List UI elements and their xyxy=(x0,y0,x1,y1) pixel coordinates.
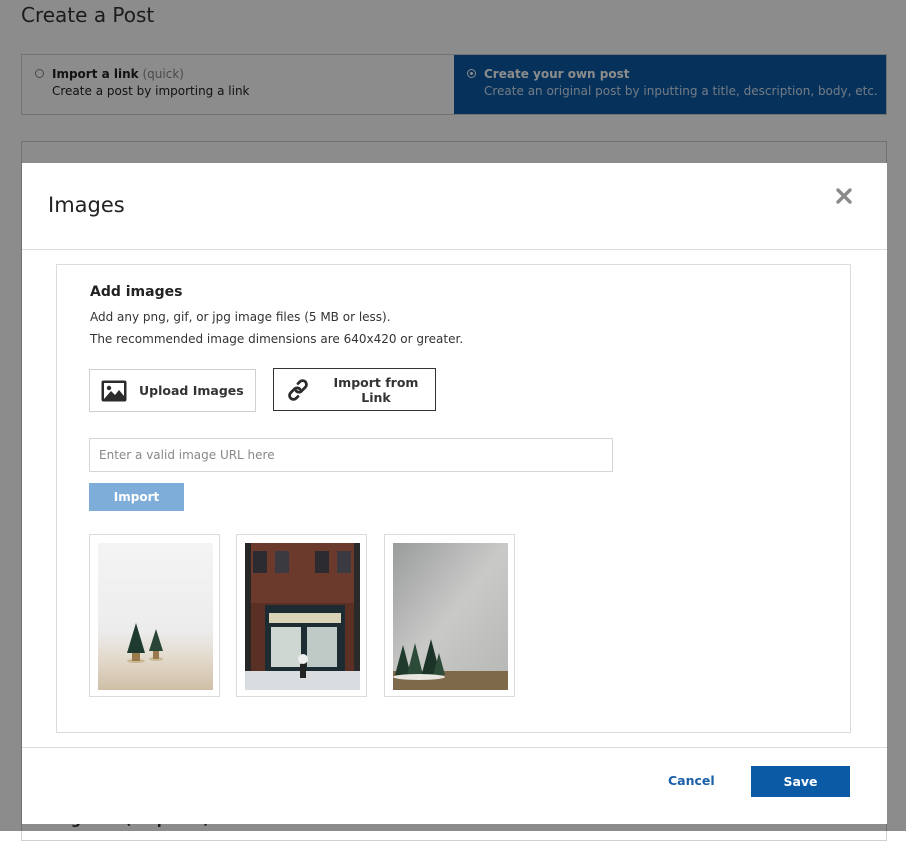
cancel-button[interactable]: Cancel xyxy=(668,773,715,788)
add-images-panel: Add images Add any png, gif, or jpg imag… xyxy=(56,264,851,733)
modal-footer: Cancel Save xyxy=(22,747,887,824)
image-thumbnail[interactable] xyxy=(236,534,367,697)
save-button[interactable]: Save xyxy=(751,766,850,797)
thumbnail-trees-white xyxy=(98,543,213,690)
image-url-input[interactable] xyxy=(89,438,613,472)
modal-header: Images xyxy=(22,163,887,250)
upload-images-label: Upload Images xyxy=(139,383,244,398)
help-text-file-types: Add any png, gif, or jpg image files (5 … xyxy=(90,310,391,324)
close-icon xyxy=(836,188,852,204)
modal-title: Images xyxy=(48,193,125,217)
image-thumbnail[interactable] xyxy=(89,534,220,697)
link-icon xyxy=(288,378,308,401)
help-text-dimensions: The recommended image dimensions are 640… xyxy=(90,332,464,346)
upload-images-button[interactable]: Upload Images xyxy=(89,369,256,412)
import-from-link-button[interactable]: Import from Link xyxy=(273,368,436,411)
import-from-link-label: Import from Link xyxy=(333,374,419,405)
image-thumbnail[interactable] xyxy=(384,534,515,697)
thumbnail-storefront xyxy=(245,543,360,690)
thumbnail-trees-grey-wall xyxy=(393,543,508,690)
images-modal: Images Add images Add any png, gif, or j… xyxy=(22,163,887,824)
image-icon xyxy=(101,380,127,401)
import-button[interactable]: Import xyxy=(89,483,184,511)
close-button[interactable] xyxy=(835,187,853,205)
section-heading: Add images xyxy=(90,284,183,300)
